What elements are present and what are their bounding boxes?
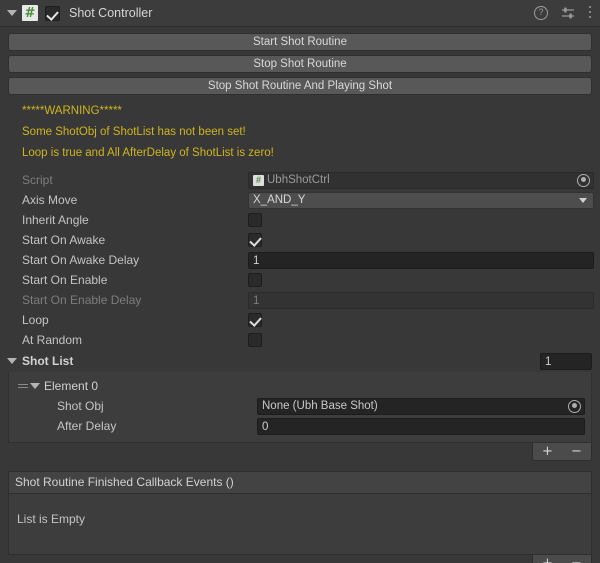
start-on-awake-delay-label: Start On Awake Delay: [22, 253, 140, 267]
element-foldout-icon[interactable]: [29, 380, 41, 392]
object-picker-icon[interactable]: [568, 399, 581, 413]
loop-label: Loop: [22, 313, 49, 327]
start-on-awake-checkbox[interactable]: [248, 233, 262, 247]
inspector-body: Start Shot Routine Stop Shot Routine Sto…: [0, 27, 600, 563]
row-at-random: At Random: [0, 330, 600, 350]
start-on-enable-delay-label: Start On Enable Delay: [22, 293, 142, 307]
stop-shot-routine-and-playing-shot-row: Stop Shot Routine And Playing Shot: [0, 75, 600, 97]
after-delay-label: After Delay: [57, 419, 117, 433]
callback-events-remove-button[interactable]: −: [562, 555, 591, 563]
object-picker-icon[interactable]: [577, 173, 590, 187]
start-shot-routine-button[interactable]: Start Shot Routine: [8, 33, 592, 51]
script-object-field[interactable]: UbhShotCtrl: [248, 171, 594, 189]
shot-list-add-button[interactable]: +: [533, 443, 562, 460]
shot-list-size-controls: + −: [8, 443, 592, 461]
inspector-panel: # Shot Controller ? Start Shot Routine S: [0, 0, 600, 563]
start-on-enable-delay-input: 1: [248, 291, 594, 309]
shot-list-remove-button[interactable]: −: [562, 443, 591, 460]
callback-events-empty-text: List is Empty: [17, 512, 86, 526]
help-icon[interactable]: ?: [534, 6, 548, 20]
script-asset-icon: [253, 174, 264, 186]
stop-shot-routine-button[interactable]: Stop Shot Routine: [8, 55, 592, 73]
callback-events-section: Shot Routine Finished Callback Events ()…: [8, 471, 592, 555]
drag-handle-icon[interactable]: [17, 382, 29, 390]
row-start-on-awake: Start On Awake: [0, 230, 600, 250]
header-actions: ?: [534, 6, 592, 20]
script-value: UbhShotCtrl: [267, 174, 330, 186]
row-loop: Loop: [0, 310, 600, 330]
at-random-checkbox[interactable]: [248, 333, 262, 347]
shot-list-body: Element 0 Shot Obj None (Ubh Base Shot) …: [8, 372, 592, 443]
inherit-angle-label: Inherit Angle: [22, 213, 89, 227]
shot-list-foldout-icon[interactable]: [6, 355, 18, 367]
row-start-on-awake-delay: Start On Awake Delay 1: [0, 250, 600, 270]
warning-line-afterdelay: Loop is true and All AfterDelay of ShotL…: [22, 147, 274, 159]
stop-shot-routine-and-playing-shot-button[interactable]: Stop Shot Routine And Playing Shot: [8, 77, 592, 95]
row-inherit-angle: Inherit Angle: [0, 210, 600, 230]
element-title: Element 0: [44, 379, 99, 393]
row-after-delay: After Delay 0: [9, 416, 591, 436]
row-start-on-enable: Start On Enable: [0, 270, 600, 290]
callback-events-list[interactable]: List is Empty: [8, 493, 592, 555]
shot-list-label: Shot List: [22, 354, 74, 368]
row-start-on-enable-delay: Start On Enable Delay 1: [0, 290, 600, 310]
axis-move-value: X_AND_Y: [253, 194, 306, 206]
chevron-down-icon: [579, 197, 587, 203]
loop-checkbox[interactable]: [248, 313, 262, 327]
callback-events-size-controls: + −: [8, 555, 592, 563]
component-header[interactable]: # Shot Controller ?: [0, 0, 600, 27]
warning-title: *****WARNING*****: [22, 105, 122, 117]
start-on-awake-delay-input[interactable]: 1: [248, 251, 594, 269]
row-shot-obj: Shot Obj None (Ubh Base Shot): [9, 396, 591, 416]
shot-obj-value: None (Ubh Base Shot): [262, 400, 378, 412]
at-random-label: At Random: [22, 333, 83, 347]
component-enabled-checkbox[interactable]: [45, 5, 60, 21]
start-on-enable-checkbox[interactable]: [248, 273, 262, 287]
component-foldout-icon[interactable]: [6, 7, 18, 19]
inherit-angle-checkbox[interactable]: [248, 213, 262, 227]
component-title: Shot Controller: [69, 6, 153, 20]
shot-list-size-input[interactable]: 1: [540, 352, 592, 370]
warning-line-shotobj: Some ShotObj of ShotList has not been se…: [22, 126, 246, 138]
start-shot-routine-row: Start Shot Routine: [0, 31, 600, 53]
after-delay-input[interactable]: 0: [257, 417, 585, 435]
shot-list-element-header[interactable]: Element 0: [9, 376, 591, 396]
stop-shot-routine-row: Stop Shot Routine: [0, 53, 600, 75]
shot-list-header[interactable]: Shot List 1: [0, 350, 600, 372]
row-axis-move: Axis Move X_AND_Y: [0, 190, 600, 210]
callback-events-title: Shot Routine Finished Callback Events (): [8, 471, 592, 493]
callback-events-add-button[interactable]: +: [533, 555, 562, 563]
start-on-awake-label: Start On Awake: [22, 233, 106, 247]
shot-obj-label: Shot Obj: [57, 399, 104, 413]
axis-move-label: Axis Move: [22, 193, 78, 207]
start-on-enable-label: Start On Enable: [22, 273, 108, 287]
csharp-script-icon: #: [22, 5, 38, 21]
preset-settings-icon[interactable]: [561, 6, 575, 20]
row-script: Script UbhShotCtrl: [0, 170, 600, 190]
axis-move-dropdown[interactable]: X_AND_Y: [248, 191, 594, 209]
script-label: Script: [22, 173, 53, 187]
kebab-menu-icon[interactable]: [588, 6, 592, 20]
shot-obj-object-field[interactable]: None (Ubh Base Shot): [257, 397, 585, 415]
